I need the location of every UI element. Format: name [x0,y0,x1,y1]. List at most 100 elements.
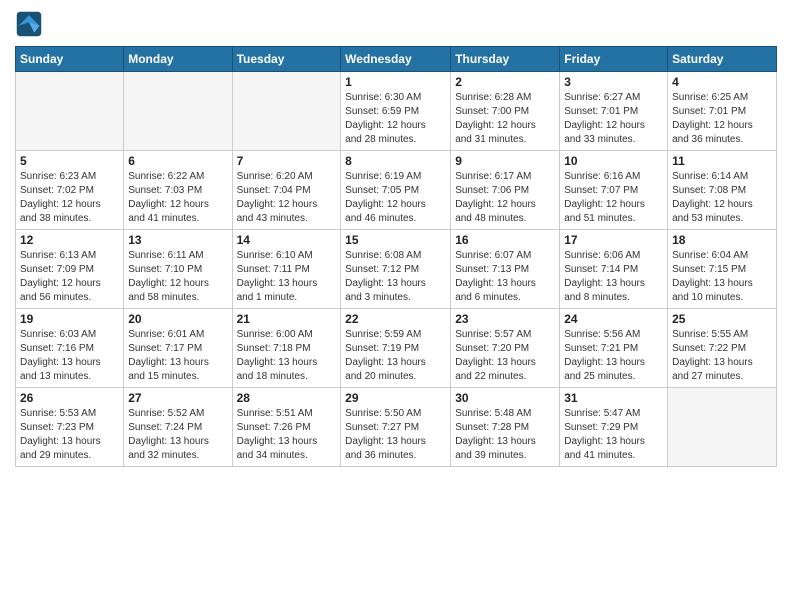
day-number: 8 [345,154,446,168]
day-info: Sunrise: 5:48 AM Sunset: 7:28 PM Dayligh… [455,407,555,463]
calendar-cell [16,72,124,151]
day-info: Sunrise: 6:08 AM Sunset: 7:12 PM Dayligh… [345,249,446,305]
calendar-cell: 18 Sunrise: 6:04 AM Sunset: 7:15 PM Dayli… [668,230,777,309]
page: SundayMondayTuesdayWednesdayThursdayFrid… [0,0,792,612]
header [15,10,777,38]
calendar-cell: 12 Sunrise: 6:13 AM Sunset: 7:09 PM Dayli… [16,230,124,309]
calendar-cell: 4 Sunrise: 6:25 AM Sunset: 7:01 PM Daylig… [668,72,777,151]
day-info: Sunrise: 6:20 AM Sunset: 7:04 PM Dayligh… [237,170,337,226]
weekday-header-friday: Friday [560,47,668,72]
calendar-week-row: 19Sunrise: 6:03 AM Sunset: 7:16 PM Dayli… [16,309,777,388]
calendar-cell: 5 Sunrise: 6:23 AM Sunset: 7:02 PM Daylig… [16,151,124,230]
day-info: Sunrise: 5:52 AM Sunset: 7:24 PM Dayligh… [128,407,227,463]
day-number: 2 [455,75,555,89]
calendar-cell: 6 Sunrise: 6:22 AM Sunset: 7:03 PM Daylig… [124,151,232,230]
weekday-header-tuesday: Tuesday [232,47,341,72]
day-number: 22 [345,312,446,326]
calendar-cell: 15 Sunrise: 6:08 AM Sunset: 7:12 PM Dayli… [341,230,451,309]
day-number: 30 [455,391,555,405]
day-info: Sunrise: 6:06 AM Sunset: 7:14 PM Dayligh… [564,249,663,305]
logo-icon [15,10,43,38]
calendar-cell: 26 Sunrise: 5:53 AM Sunset: 7:23 PM Dayli… [16,388,124,467]
day-info: Sunrise: 6:17 AM Sunset: 7:06 PM Dayligh… [455,170,555,226]
day-number: 13 [128,233,227,247]
day-number: 20 [128,312,227,326]
day-info: Sunrise: 6:25 AM Sunset: 7:01 PM Dayligh… [672,91,772,147]
calendar-cell: 19Sunrise: 6:03 AM Sunset: 7:16 PM Dayli… [16,309,124,388]
day-info: Sunrise: 5:50 AM Sunset: 7:27 PM Dayligh… [345,407,446,463]
calendar-cell: 25 Sunrise: 5:55 AM Sunset: 7:22 PM Dayli… [668,309,777,388]
calendar-cell [124,72,232,151]
day-info: Sunrise: 6:13 AM Sunset: 7:09 PM Dayligh… [20,249,119,305]
day-info: Sunrise: 6:00 AM Sunset: 7:18 PM Dayligh… [237,328,337,384]
calendar-table: SundayMondayTuesdayWednesdayThursdayFrid… [15,46,777,467]
day-info: Sunrise: 5:51 AM Sunset: 7:26 PM Dayligh… [237,407,337,463]
calendar-cell: 20 Sunrise: 6:01 AM Sunset: 7:17 PM Dayli… [124,309,232,388]
day-number: 9 [455,154,555,168]
day-info: Sunrise: 5:55 AM Sunset: 7:22 PM Dayligh… [672,328,772,384]
calendar-cell: 8Sunrise: 6:19 AM Sunset: 7:05 PM Daylig… [341,151,451,230]
day-info: Sunrise: 6:27 AM Sunset: 7:01 PM Dayligh… [564,91,663,147]
calendar-cell: 30 Sunrise: 5:48 AM Sunset: 7:28 PM Dayli… [451,388,560,467]
day-number: 3 [564,75,663,89]
day-number: 1 [345,75,446,89]
weekday-header-thursday: Thursday [451,47,560,72]
day-number: 29 [345,391,446,405]
day-info: Sunrise: 5:53 AM Sunset: 7:23 PM Dayligh… [20,407,119,463]
day-number: 7 [237,154,337,168]
calendar-week-row: 5 Sunrise: 6:23 AM Sunset: 7:02 PM Daylig… [16,151,777,230]
calendar-cell: 29 Sunrise: 5:50 AM Sunset: 7:27 PM Dayli… [341,388,451,467]
day-number: 27 [128,391,227,405]
day-number: 14 [237,233,337,247]
day-number: 12 [20,233,119,247]
day-number: 24 [564,312,663,326]
weekday-header-sunday: Sunday [16,47,124,72]
day-info: Sunrise: 6:22 AM Sunset: 7:03 PM Dayligh… [128,170,227,226]
calendar-cell: 28 Sunrise: 5:51 AM Sunset: 7:26 PM Dayli… [232,388,341,467]
calendar-cell: 1 Sunrise: 6:30 AM Sunset: 6:59 PM Daylig… [341,72,451,151]
day-info: Sunrise: 6:01 AM Sunset: 7:17 PM Dayligh… [128,328,227,384]
day-info: Sunrise: 6:30 AM Sunset: 6:59 PM Dayligh… [345,91,446,147]
day-number: 17 [564,233,663,247]
calendar-cell: 17 Sunrise: 6:06 AM Sunset: 7:14 PM Dayli… [560,230,668,309]
day-info: Sunrise: 5:47 AM Sunset: 7:29 PM Dayligh… [564,407,663,463]
day-info: Sunrise: 5:56 AM Sunset: 7:21 PM Dayligh… [564,328,663,384]
day-number: 18 [672,233,772,247]
day-info: Sunrise: 6:28 AM Sunset: 7:00 PM Dayligh… [455,91,555,147]
calendar-cell: 2 Sunrise: 6:28 AM Sunset: 7:00 PM Daylig… [451,72,560,151]
calendar-week-row: 1 Sunrise: 6:30 AM Sunset: 6:59 PM Daylig… [16,72,777,151]
weekday-header-saturday: Saturday [668,47,777,72]
day-number: 11 [672,154,772,168]
day-info: Sunrise: 6:16 AM Sunset: 7:07 PM Dayligh… [564,170,663,226]
day-info: Sunrise: 6:10 AM Sunset: 7:11 PM Dayligh… [237,249,337,305]
calendar-cell: 27 Sunrise: 5:52 AM Sunset: 7:24 PM Dayli… [124,388,232,467]
day-info: Sunrise: 6:23 AM Sunset: 7:02 PM Dayligh… [20,170,119,226]
day-number: 5 [20,154,119,168]
calendar-cell: 31 Sunrise: 5:47 AM Sunset: 7:29 PM Dayli… [560,388,668,467]
calendar-cell [232,72,341,151]
day-info: Sunrise: 6:04 AM Sunset: 7:15 PM Dayligh… [672,249,772,305]
calendar-cell: 16Sunrise: 6:07 AM Sunset: 7:13 PM Dayli… [451,230,560,309]
day-info: Sunrise: 6:14 AM Sunset: 7:08 PM Dayligh… [672,170,772,226]
day-number: 26 [20,391,119,405]
weekday-header-monday: Monday [124,47,232,72]
calendar-cell: 10Sunrise: 6:16 AM Sunset: 7:07 PM Dayli… [560,151,668,230]
day-number: 4 [672,75,772,89]
day-info: Sunrise: 5:59 AM Sunset: 7:19 PM Dayligh… [345,328,446,384]
day-number: 6 [128,154,227,168]
day-number: 16 [455,233,555,247]
calendar-cell: 24 Sunrise: 5:56 AM Sunset: 7:21 PM Dayli… [560,309,668,388]
calendar-cell: 13 Sunrise: 6:11 AM Sunset: 7:10 PM Dayli… [124,230,232,309]
day-info: Sunrise: 6:11 AM Sunset: 7:10 PM Dayligh… [128,249,227,305]
day-info: Sunrise: 6:03 AM Sunset: 7:16 PM Dayligh… [20,328,119,384]
day-number: 15 [345,233,446,247]
logo [15,10,47,38]
calendar-week-row: 26 Sunrise: 5:53 AM Sunset: 7:23 PM Dayli… [16,388,777,467]
day-number: 25 [672,312,772,326]
weekday-header-wednesday: Wednesday [341,47,451,72]
calendar-cell: 14 Sunrise: 6:10 AM Sunset: 7:11 PM Dayli… [232,230,341,309]
weekday-header-row: SundayMondayTuesdayWednesdayThursdayFrid… [16,47,777,72]
calendar-cell: 22 Sunrise: 5:59 AM Sunset: 7:19 PM Dayli… [341,309,451,388]
day-number: 31 [564,391,663,405]
day-number: 28 [237,391,337,405]
